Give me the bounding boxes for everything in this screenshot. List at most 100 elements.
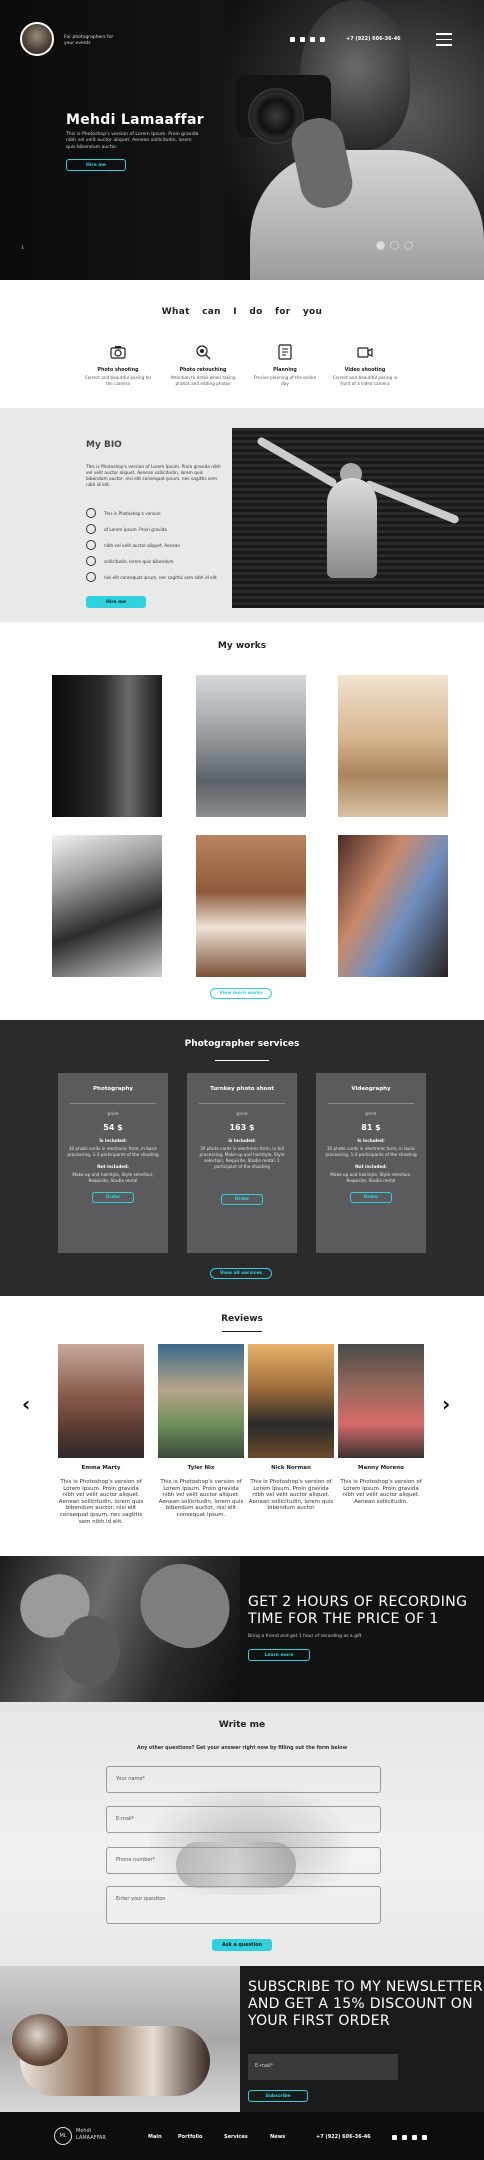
bio-list-item: nibh vel velit auctor aliquet. Aenean <box>86 540 180 550</box>
card-included-label: Is included: <box>357 1137 385 1143</box>
review-text: This is Photoshop's version of Lorem Ips… <box>158 1479 244 1518</box>
promo-subtitle: Bring a friend and get 1 hour of recordi… <box>248 1634 362 1639</box>
portfolio-photo[interactable] <box>196 835 306 977</box>
service-item-name: Photo shooting <box>97 368 139 373</box>
footer-brand-last: LAMAAFFAR <box>76 2135 106 2141</box>
reviewer-photo <box>338 1344 424 1458</box>
bio-text: This is Photoshop's version of Lorem Ips… <box>86 465 221 488</box>
hero-title: Mehdi Lamaaffar <box>66 112 204 128</box>
card-included: 30 photo cards in electronic form, in ba… <box>325 1145 417 1157</box>
instagram-icon[interactable] <box>412 2135 417 2140</box>
portfolio-photo[interactable] <box>338 675 448 817</box>
card-name: Photography <box>93 1086 133 1092</box>
bio-list-item: sollicitudin, lorem quis bibendum <box>86 556 174 566</box>
youtube-icon[interactable] <box>320 37 325 42</box>
view-all-services-button[interactable]: View all services <box>210 1268 272 1279</box>
hero-description: This is Photoshop's version of Lorem Ips… <box>66 132 199 150</box>
card-name: Turnkey photo shoot <box>210 1086 274 1092</box>
portfolio-photo[interactable] <box>52 835 162 977</box>
bio-list-item: This is Photoshop's version <box>86 508 161 518</box>
learn-more-button[interactable]: Learn more <box>248 1649 310 1661</box>
review-text: This is Photoshop's version of Lorem Ips… <box>248 1479 334 1512</box>
contact-title: Write me <box>218 1720 266 1730</box>
card-included: 30 photo cards in electronic form, in fu… <box>199 1145 285 1169</box>
vk-icon[interactable] <box>290 37 295 42</box>
planning-icon <box>278 344 292 360</box>
reviewer-photo <box>248 1344 334 1458</box>
view-more-works-button[interactable]: View more works <box>210 988 272 999</box>
promo-title: GET 2 HOURS OF RECORDING TIME FOR THE PR… <box>248 1594 468 1627</box>
portfolio-photo[interactable] <box>196 675 306 817</box>
service-item: Planning Precise planning of the online … <box>250 344 320 386</box>
service-item-desc: Attention to detail when taking photos a… <box>170 375 236 386</box>
footer-phone[interactable]: +7 (922) 606-36-46 <box>316 2134 371 2140</box>
footer-nav-portfolio[interactable]: Portfolio <box>178 2134 202 2140</box>
footer-logo[interactable]: ML <box>54 2127 72 2145</box>
subscribe-email-input[interactable]: E-mail* <box>248 2054 398 2080</box>
service-item: Photo shooting Correct and beautiful pos… <box>83 344 153 386</box>
slider-dot[interactable] <box>376 241 385 250</box>
footer-brand-first: Mehdi <box>76 2128 92 2134</box>
bio-list-item: nisi elit consequat ipsum, nec sagittis … <box>86 572 217 582</box>
twitter-icon[interactable] <box>300 37 305 42</box>
card-name: Videography <box>351 1086 391 1092</box>
reviewer-name: Nick Norman <box>271 1465 311 1471</box>
reviewer-photo <box>158 1344 244 1458</box>
bio-hire-me-button[interactable]: Hire me <box>86 596 146 608</box>
vk-icon[interactable] <box>392 2135 397 2140</box>
menu-icon[interactable] <box>436 33 452 46</box>
reviewer-photo <box>58 1344 144 1458</box>
pricing-title: Photographer services <box>184 1039 300 1049</box>
logo-avatar[interactable] <box>20 22 54 56</box>
portfolio-photo[interactable] <box>52 675 162 817</box>
instagram-icon[interactable] <box>310 37 315 42</box>
slider-dot[interactable] <box>404 241 413 250</box>
pricing-card: Videography price 81 $ Is included: 30 p… <box>316 1073 426 1253</box>
card-price-label: price <box>365 1111 377 1117</box>
services-intro-section <box>0 280 484 408</box>
footer-nav-services[interactable]: Services <box>224 2134 248 2140</box>
card-price: 81 $ <box>361 1122 381 1132</box>
chevron-left-icon[interactable]: ‹ <box>22 1392 30 1416</box>
order-button[interactable]: Order <box>221 1193 263 1205</box>
portfolio-photo[interactable] <box>338 835 448 977</box>
subscribe-button[interactable]: Subscribe <box>248 2090 308 2102</box>
service-item-desc: Correct and beautiful posing for the cam… <box>84 375 152 386</box>
reviewer-name: Tyler Nix <box>187 1465 215 1471</box>
service-item-name: Photo retouching <box>179 368 227 373</box>
subscribe-title: SUBSCRIBE TO MY NEWSLETTER AND GET A 15%… <box>248 1979 483 2029</box>
footer-nav-main[interactable]: Main <box>148 2134 162 2140</box>
facebook-icon[interactable] <box>402 2135 407 2140</box>
chevron-right-icon[interactable]: › <box>442 1392 450 1416</box>
film-icon <box>86 524 96 534</box>
contact-subtitle: Any other questions? Get your answer rig… <box>136 1746 348 1751</box>
card-not-included-label: Not included: <box>97 1163 129 1169</box>
card-included-label: Is included: <box>99 1137 127 1143</box>
youtube-icon[interactable] <box>422 2135 427 2140</box>
works-title: My works <box>217 641 267 651</box>
camera-icon <box>110 346 126 359</box>
name-field[interactable]: Your name* <box>106 1766 381 1793</box>
scroll-down-icon[interactable]: ↓ <box>20 244 25 251</box>
subscribe-photo <box>0 1966 240 2112</box>
service-item-desc: Precise planning of the online day <box>253 375 317 386</box>
footer-nav-news[interactable]: News <box>270 2134 285 2140</box>
phone-field[interactable]: Phone number* <box>106 1847 381 1874</box>
hire-me-button[interactable]: Hire me <box>66 159 126 171</box>
order-button[interactable]: Order <box>350 1191 392 1203</box>
question-field[interactable]: Enter your question <box>106 1886 381 1924</box>
card-price-label: price <box>236 1111 248 1117</box>
email-field[interactable]: E-mail* <box>106 1806 381 1833</box>
card-included: 30 photo cards in electronic form, in ba… <box>67 1145 159 1157</box>
header-phone[interactable]: +7 (922) 606-36-46 <box>346 36 401 42</box>
bio-title: My BIO <box>86 440 122 450</box>
card-price: 163 $ <box>229 1122 255 1132</box>
order-button[interactable]: Order <box>92 1191 134 1203</box>
ask-question-button[interactable]: Ask a question <box>212 1939 272 1951</box>
service-item: Photo retouching Attention to detail whe… <box>168 344 238 386</box>
card-not-included: Make-up and hairstyle, Style selection, … <box>72 1171 154 1183</box>
header-tagline: For photographers for your events <box>64 35 114 46</box>
slider-dot[interactable] <box>390 241 399 250</box>
reviewer-name: Emma Marty <box>81 1465 121 1471</box>
title-underline <box>222 1331 262 1333</box>
